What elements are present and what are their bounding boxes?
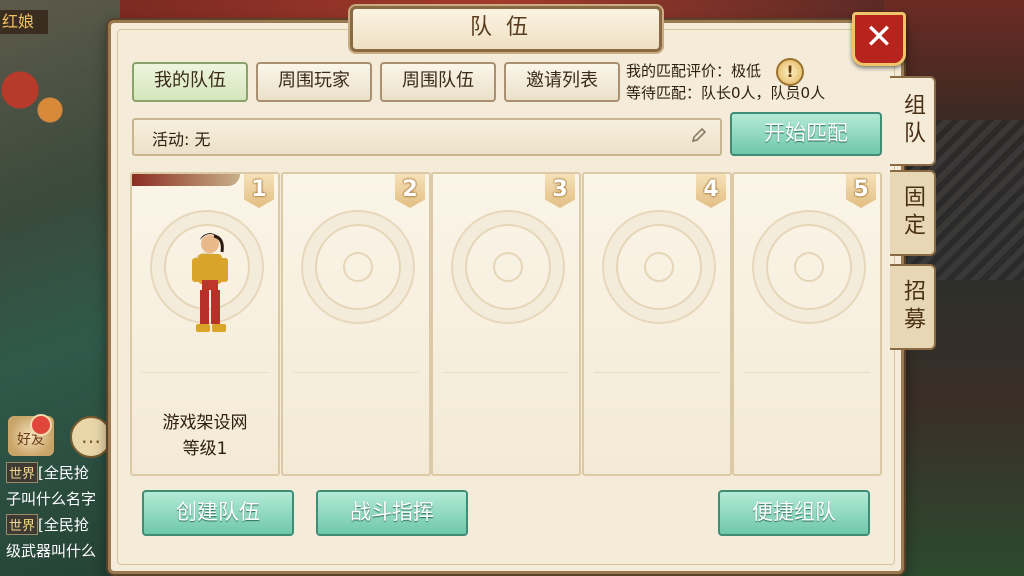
tab-fixed[interactable]: 固定 [890, 170, 936, 256]
match-rating: 我的匹配评价：极低 [626, 62, 762, 80]
slot-emblem-icon [752, 210, 866, 324]
slot-number-badge: 1 [244, 174, 274, 208]
team-slot[interactable]: 5 [732, 172, 882, 476]
tab-recruit-label: 招募 [900, 279, 925, 335]
chat-channel-tag: 世界 [6, 462, 39, 483]
chat-line[interactable]: 级武器叫什么 [6, 540, 110, 561]
close-icon: ✕ [864, 17, 894, 57]
tab-team[interactable]: 组队 [890, 76, 936, 166]
chat-line[interactable]: 子叫什么名字 [6, 488, 110, 509]
slot-divider [744, 372, 870, 373]
chat-line[interactable]: 世界 [全民抢 [6, 514, 110, 535]
start-match-button[interactable]: 开始匹配 [730, 112, 882, 156]
chat-text: [全民抢 [38, 464, 89, 482]
character-sprite-icon [192, 233, 228, 332]
chat-text: [全民抢 [38, 516, 89, 534]
slot-number-badge: 5 [846, 174, 876, 208]
tab-team-label: 组队 [900, 93, 925, 149]
quick-team-label: 便捷组队 [752, 500, 836, 524]
slot-ribbon [132, 174, 240, 186]
quick-team-button[interactable]: 便捷组队 [718, 490, 870, 536]
slot-emblem-icon [451, 210, 565, 324]
tab-nearby-teams-label: 周围队伍 [402, 70, 474, 91]
close-button[interactable]: ✕ [852, 12, 906, 66]
member-name: 游戏架设网 [162, 413, 248, 433]
activity-field[interactable]: 活动: 无 [132, 118, 722, 156]
panel-title: 队伍 [469, 15, 542, 40]
team-slot[interactable]: 4 [582, 172, 732, 476]
chat-channel-tag: 世界 [6, 514, 39, 535]
slot-divider [142, 372, 268, 373]
tab-invite-list-label: 邀请列表 [526, 70, 598, 91]
tab-invite-list[interactable]: 邀请列表 [504, 62, 620, 102]
chat-text: 级武器叫什么 [6, 542, 97, 560]
start-match-label: 开始匹配 [764, 121, 848, 145]
slot-divider [443, 372, 569, 373]
activity-label: 活动: 无 [152, 130, 211, 149]
member-level: 等级1 [182, 439, 228, 459]
warning-icon[interactable]: ! [776, 58, 804, 86]
pencil-icon[interactable] [690, 126, 708, 144]
tab-my-team[interactable]: 我的队伍 [132, 62, 248, 102]
chat-text: 子叫什么名字 [6, 490, 97, 508]
tab-nearby-players[interactable]: 周围玩家 [256, 62, 372, 102]
create-team-label: 创建队伍 [176, 500, 260, 524]
slot-number-badge: 3 [545, 174, 575, 208]
tab-recruit[interactable]: 招募 [890, 264, 936, 350]
panel-title-plate: 队伍 [350, 6, 662, 52]
tab-my-team-label: 我的队伍 [154, 70, 226, 91]
match-waiting: 等待匹配：队长0人，队员0人 [626, 84, 826, 102]
slot-emblem-icon [301, 210, 415, 324]
create-team-button[interactable]: 创建队伍 [142, 490, 294, 536]
notification-dot-icon [30, 414, 52, 436]
tab-nearby-players-label: 周围玩家 [278, 70, 350, 91]
battle-command-label: 战斗指挥 [350, 500, 434, 524]
slot-number-badge: 4 [696, 174, 726, 208]
team-slot[interactable]: 3 [431, 172, 581, 476]
slot-emblem-icon [602, 210, 716, 324]
slot-number-badge: 2 [395, 174, 425, 208]
tab-fixed-label: 固定 [900, 185, 925, 241]
chat-line[interactable]: 世界 [全民抢 [6, 462, 110, 483]
chat-bubble-icon[interactable]: … [70, 416, 112, 458]
friends-button[interactable]: 好友 [8, 414, 54, 456]
team-slot[interactable]: 1 游戏架设网 等级1 [130, 172, 280, 476]
battle-command-button[interactable]: 战斗指挥 [316, 490, 468, 536]
slot-divider [594, 372, 720, 373]
player-name-tag: 红娘 [0, 10, 48, 34]
team-slot[interactable]: 2 [281, 172, 431, 476]
slot-divider [293, 372, 419, 373]
tab-nearby-teams[interactable]: 周围队伍 [380, 62, 496, 102]
